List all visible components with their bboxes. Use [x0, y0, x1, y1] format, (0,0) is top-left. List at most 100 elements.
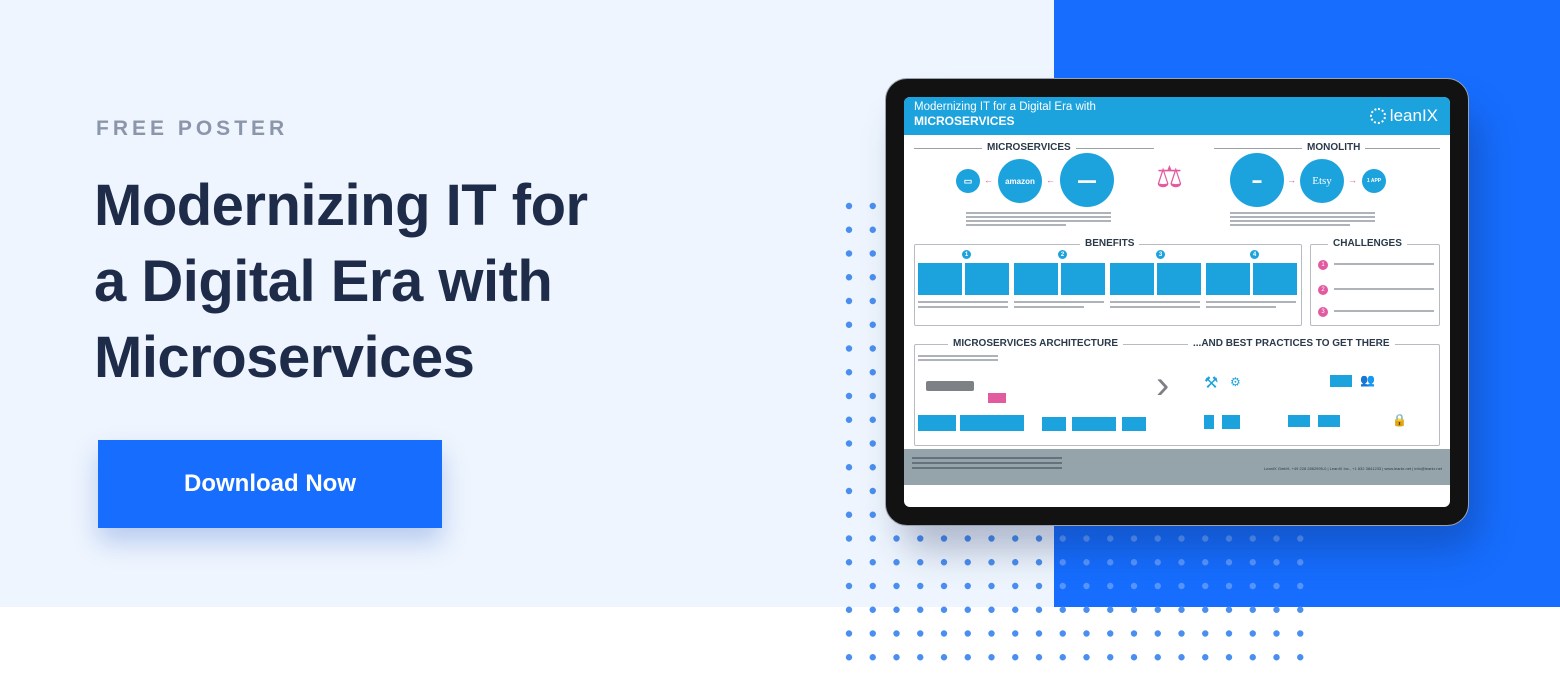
decorative-dot [1059, 606, 1066, 613]
text-line [1014, 306, 1084, 308]
decorative-dot [1297, 606, 1304, 613]
text-line [1230, 216, 1375, 218]
headline-line-3: Microservices [94, 325, 475, 390]
decorative-dot [1130, 606, 1138, 613]
decorative-dot [1225, 654, 1233, 661]
decorative-dot [1012, 654, 1019, 661]
truck-icon: ▬ [1230, 153, 1284, 207]
text-line [918, 359, 998, 361]
folder-icon [1222, 415, 1240, 429]
decorative-dot [1035, 606, 1043, 613]
decorative-dot [1273, 654, 1280, 661]
decorative-dot [1130, 630, 1138, 637]
decorative-dot [869, 654, 876, 661]
poster-footer: LeanIX GmbH, +49 228 2862995-0 | LeanIX … [904, 449, 1450, 485]
section-title-challenges: CHALLENGES [1328, 238, 1407, 249]
section-title-microservices: MICROSERVICES [982, 142, 1076, 153]
text-line [918, 306, 1008, 308]
arrow-right-icon: → [1348, 175, 1357, 185]
chevron-right-icon: › [1156, 363, 1170, 407]
decorative-dot [940, 654, 948, 661]
delivery-vans-icon: ▬▬ [1060, 153, 1114, 207]
challenge-step-1: 1 [1318, 260, 1328, 270]
poster-preview[interactable]: Modernizing IT for a Digital Era with MI… [904, 97, 1450, 507]
service-block [1042, 417, 1066, 431]
benefit-step-2: 2 [1058, 250, 1067, 259]
decorative-dot [1083, 654, 1090, 661]
section-title-best-practices: ...AND BEST PRACTICES TO GET THERE [1188, 338, 1395, 349]
text-line [918, 301, 1008, 303]
banner: FREE POSTER Modernizing IT for a Digital… [0, 0, 1560, 694]
decorative-dot [940, 630, 948, 637]
domain-block [918, 415, 956, 431]
benefit-step-3: 3 [1156, 250, 1165, 259]
text-line [1206, 301, 1296, 303]
decorative-dot [964, 606, 971, 613]
decorative-dot [1107, 630, 1114, 637]
decorative-dot [917, 606, 924, 613]
amazon-icon: amazon [998, 159, 1042, 203]
text-line [1230, 224, 1350, 226]
decorative-dot [1059, 654, 1066, 661]
benefit-tile [1206, 263, 1250, 295]
decorative-dot [1035, 654, 1043, 661]
text-line [1230, 212, 1375, 214]
text-line [1334, 288, 1434, 290]
poster-title-line-2: MICROSERVICES [914, 114, 1015, 128]
footer-contact: LeanIX GmbH, +49 228 2862995-0 | LeanIX … [1264, 466, 1442, 471]
lock-icon: 🔒 [1392, 413, 1407, 427]
decorative-dot [988, 630, 995, 637]
decorative-dot [1202, 606, 1209, 613]
benefit-tile [1061, 263, 1105, 295]
decorative-dot [940, 606, 948, 613]
text-line [1334, 310, 1434, 312]
text-line [1334, 263, 1434, 265]
decorative-dot [1297, 630, 1304, 637]
headline-line-2: a Digital Era with [94, 249, 553, 314]
decorative-dot [1178, 630, 1185, 637]
poster-title-line-1: Modernizing IT for a Digital Era with [914, 101, 1096, 113]
decorative-dot [1154, 630, 1161, 637]
section-title-benefits: BENEFITS [1080, 238, 1140, 249]
gears-icon: ⚙ [1230, 375, 1241, 389]
monitor-icon: ▭ [956, 169, 980, 193]
download-now-button[interactable]: Download Now [98, 440, 442, 528]
section-title-monolith: MONOLITH [1302, 142, 1366, 153]
hammer-icon: ⚒ [1204, 375, 1219, 392]
text-line [1206, 306, 1276, 308]
decorative-dot [1249, 606, 1256, 613]
benefit-step-1: 1 [962, 250, 971, 259]
microservice-block [988, 393, 1006, 403]
decorative-dot [1202, 630, 1209, 637]
data-storage-icon [1318, 415, 1340, 427]
challenge-step-2: 2 [1318, 285, 1328, 295]
text-line [1014, 301, 1104, 303]
service-block [1122, 417, 1146, 431]
decorative-dot [1107, 654, 1114, 661]
decorative-dot [917, 630, 924, 637]
text-line [966, 216, 1111, 218]
decorative-dot [1273, 606, 1280, 613]
decorative-dot [1225, 606, 1233, 613]
decorative-dot [1178, 654, 1185, 661]
decorative-dot [1154, 606, 1161, 613]
text-line [966, 212, 1111, 214]
decorative-dot [988, 654, 995, 661]
arrow-left-icon: ← [984, 175, 993, 185]
text-line [912, 457, 1062, 459]
decorative-dot [964, 630, 971, 637]
decorative-dot [1273, 630, 1280, 637]
text-line [966, 224, 1066, 226]
eyebrow-label: FREE POSTER [96, 117, 289, 140]
decorative-dot [964, 654, 971, 661]
benefit-step-4: 4 [1250, 250, 1259, 259]
api-doc-icon [1204, 415, 1214, 429]
decorative-dot [869, 630, 876, 637]
challenges-box [1310, 244, 1440, 326]
decorative-dot [1178, 606, 1185, 613]
decorative-dot [1130, 654, 1138, 661]
single-app-icon: 1 APP [1362, 169, 1386, 193]
challenge-step-3: 3 [1318, 307, 1328, 317]
service-block [1072, 417, 1116, 431]
decorative-dot [1297, 654, 1304, 661]
